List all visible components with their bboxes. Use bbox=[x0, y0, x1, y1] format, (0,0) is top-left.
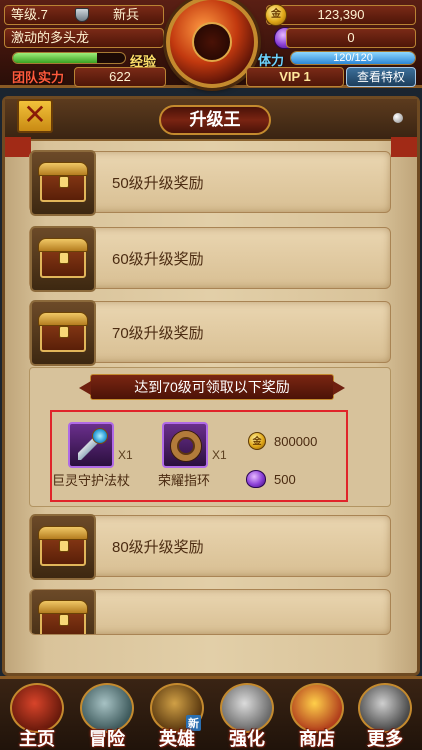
faction-emblem-icon[interactable] bbox=[166, 0, 258, 88]
reward-detail-header: 达到70级可领取以下奖励 bbox=[79, 374, 345, 400]
stamina-value: 120/120 bbox=[333, 52, 373, 64]
chest-lid bbox=[38, 162, 88, 176]
gold-coin-icon: 金 bbox=[265, 4, 287, 26]
status-bar: 等级.7 新兵 激动的多头龙 经验 团队实力 622 金 123,390 0 体… bbox=[0, 0, 422, 88]
item-slot-staff[interactable] bbox=[68, 422, 114, 468]
gold-counter[interactable]: 金 123,390 bbox=[265, 4, 416, 26]
panel-title: 升级王 bbox=[159, 105, 271, 135]
reward-row-level-80[interactable]: 80级升级奖励 bbox=[29, 514, 391, 580]
item-quantity: X1 bbox=[212, 448, 227, 462]
gem-reward-value: 500 bbox=[274, 472, 296, 487]
nav-label: 更多 bbox=[367, 729, 403, 749]
gold-coin-icon: 金 bbox=[248, 432, 266, 450]
chest-lid bbox=[38, 312, 88, 326]
stamina-bar: 120/120 bbox=[290, 51, 416, 65]
view-privileges-button[interactable]: 查看特权 bbox=[346, 67, 416, 87]
reward-detail-level-70: 达到70级可领取以下奖励 X1 巨灵守护法杖 X1 荣耀指环 金 800000 … bbox=[29, 367, 391, 507]
chest-lock bbox=[59, 252, 69, 264]
gold-reward-value: 800000 bbox=[274, 434, 318, 449]
nav-label: 主页 bbox=[19, 729, 55, 749]
level-label: 等级.7 bbox=[11, 7, 48, 22]
nav-shop[interactable]: 商店 bbox=[282, 679, 352, 750]
bottom-navigation: 主页 冒险 新 英雄 强化 商店 更多 bbox=[0, 676, 422, 750]
nav-forge[interactable]: 强化 bbox=[212, 679, 282, 750]
pin-icon bbox=[393, 113, 403, 123]
reward-row-label: 70级升级奖励 bbox=[112, 325, 204, 342]
treasure-chest-icon bbox=[30, 150, 96, 216]
chest-lock bbox=[59, 176, 69, 188]
vip-level: VIP 1 bbox=[246, 67, 344, 87]
banner-ribbon-left bbox=[5, 137, 31, 157]
reward-row-label: 80级升级奖励 bbox=[112, 539, 204, 556]
staff-gem-icon bbox=[92, 428, 108, 444]
chest-lid bbox=[38, 526, 88, 540]
nav-more[interactable]: 更多 bbox=[350, 679, 420, 750]
level-rank-pill: 等级.7 新兵 bbox=[4, 5, 164, 25]
chest-lid bbox=[38, 238, 88, 252]
reward-row-label: 60级升级奖励 bbox=[112, 251, 204, 268]
gold-value: 123,390 bbox=[317, 7, 365, 22]
item-name: 巨灵守护法杖 bbox=[52, 473, 131, 488]
reward-row-label: 50级升级奖励 bbox=[112, 175, 204, 192]
chest-lid bbox=[38, 600, 88, 614]
close-button[interactable]: ✕ bbox=[17, 99, 53, 133]
team-power-value: 622 bbox=[74, 67, 166, 87]
reward-items-box: X1 巨灵守护法杖 X1 荣耀指环 金 800000 500 bbox=[50, 410, 348, 502]
nav-label: 英雄 bbox=[159, 729, 195, 749]
exp-bar bbox=[12, 52, 126, 64]
exp-bar-fill bbox=[13, 53, 97, 63]
player-name[interactable]: 激动的多头龙 bbox=[4, 28, 164, 48]
reward-row-level-60[interactable]: 60级升级奖励 bbox=[29, 226, 391, 292]
banner-ribbon-right bbox=[391, 137, 417, 157]
nav-home[interactable]: 主页 bbox=[2, 679, 72, 750]
gem-icon bbox=[246, 470, 266, 488]
treasure-chest-icon bbox=[30, 226, 96, 292]
gem-counter[interactable]: 0 bbox=[286, 28, 416, 48]
nav-adventure[interactable]: 冒险 bbox=[72, 679, 142, 750]
chest-lock bbox=[59, 614, 69, 626]
nav-label: 冒险 bbox=[89, 729, 125, 749]
panel-titlebar: ✕ 升级王 bbox=[5, 99, 417, 141]
reward-row-level-50[interactable]: 50级升级奖励 bbox=[29, 150, 391, 216]
nav-hero[interactable]: 新 英雄 bbox=[142, 679, 212, 750]
gem-value: 0 bbox=[347, 30, 355, 45]
treasure-chest-icon bbox=[30, 514, 96, 580]
reward-row-next[interactable] bbox=[29, 589, 391, 635]
nav-label: 强化 bbox=[229, 729, 265, 749]
rank-shield-icon bbox=[75, 8, 89, 22]
emblem-core bbox=[192, 22, 232, 62]
nav-label: 商店 bbox=[299, 729, 335, 749]
item-name: 荣耀指环 bbox=[158, 473, 211, 488]
treasure-chest-icon bbox=[30, 590, 96, 634]
level-up-reward-panel: ✕ 升级王 50级升级奖励 60级升级奖励 70级升级奖励 达到70级可领取以下… bbox=[2, 96, 420, 676]
reward-row-level-70[interactable]: 70级升级奖励 bbox=[29, 300, 391, 366]
chest-lock bbox=[59, 540, 69, 552]
item-slot-ring[interactable] bbox=[162, 422, 208, 468]
chest-lock bbox=[59, 326, 69, 338]
team-power-label: 团队实力 bbox=[12, 70, 65, 85]
treasure-chest-icon bbox=[30, 300, 96, 366]
item-quantity: X1 bbox=[118, 448, 133, 462]
rank-label: 新兵 bbox=[113, 7, 140, 22]
ring-icon bbox=[171, 431, 201, 461]
